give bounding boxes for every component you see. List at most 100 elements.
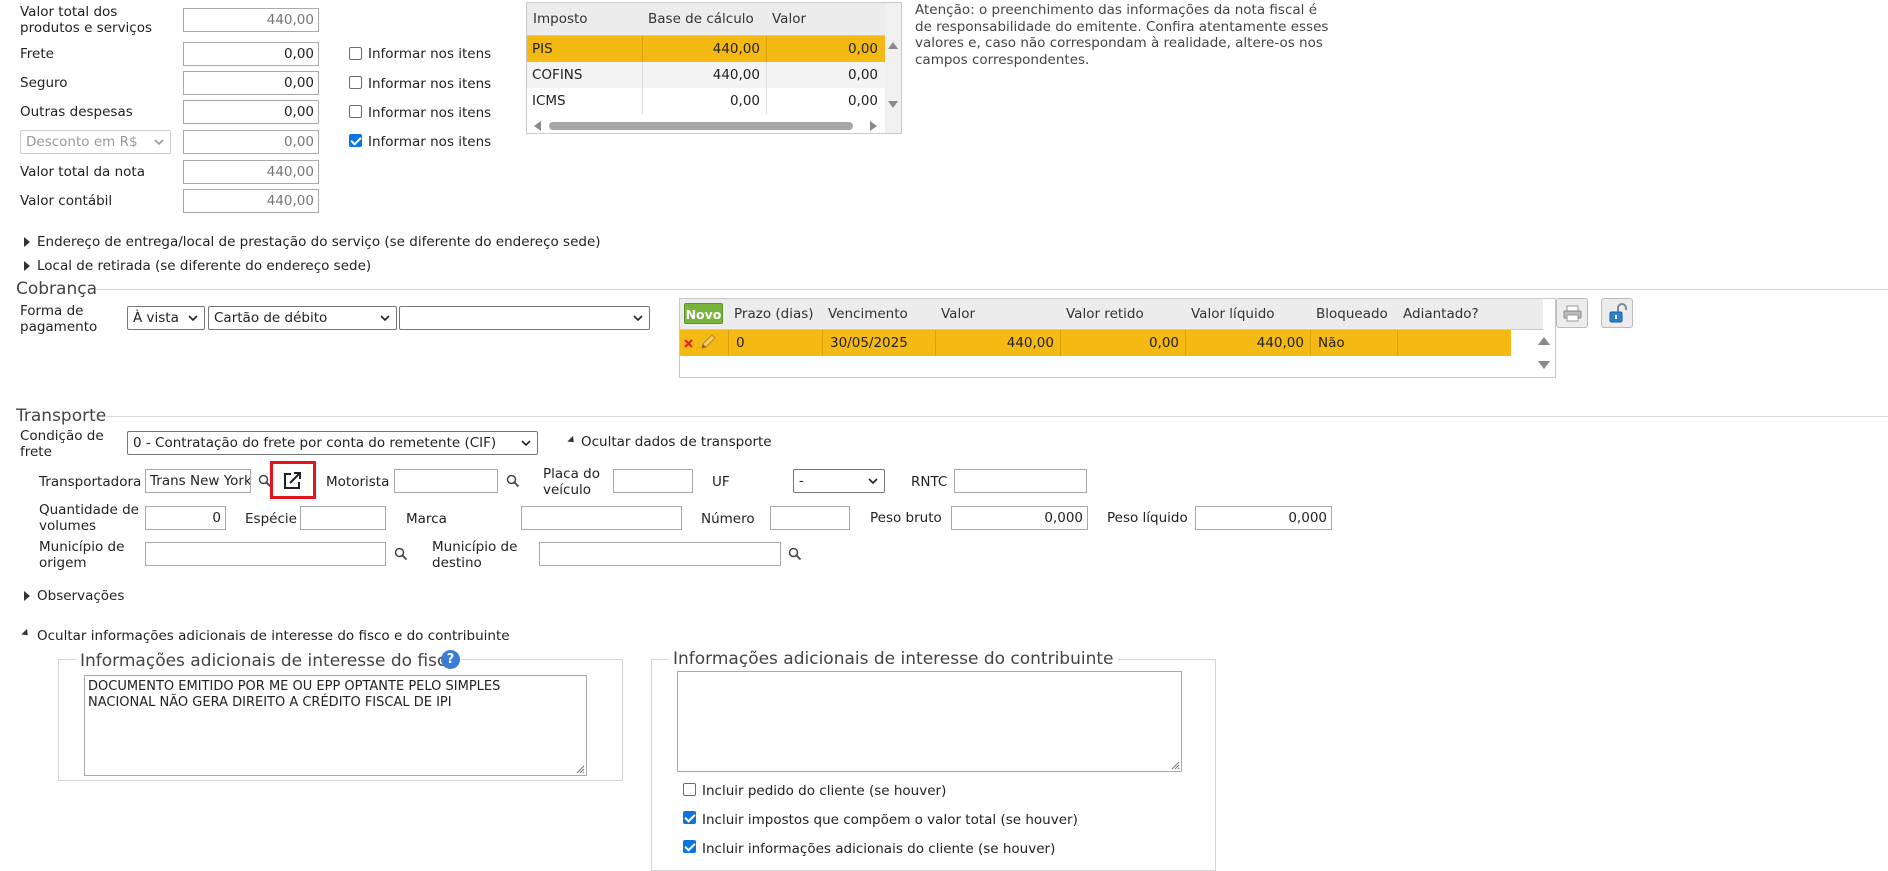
tax-header-valor: Valor	[766, 3, 897, 36]
forma-pagamento-select-3[interactable]	[399, 306, 650, 330]
incluir-impostos-checkbox[interactable]	[683, 811, 696, 824]
motorista-field[interactable]	[394, 469, 498, 493]
especie-label: Espécie	[245, 511, 297, 527]
ocultar-info-toggle[interactable]: Ocultar informações adicionais de intere…	[37, 628, 510, 644]
scroll-down-icon[interactable]	[1538, 361, 1550, 370]
chevron-down-icon	[633, 315, 643, 322]
parcela-valor-retido: 0,00	[1148, 335, 1179, 351]
tax-header-imposto: Imposto	[527, 3, 655, 36]
external-link-icon	[284, 472, 301, 489]
ocultar-transporte-toggle[interactable]: Ocultar dados de transporte	[581, 434, 772, 450]
responsibility-notice: Atenção: o preenchimento das informações…	[915, 2, 1329, 68]
chevron-down-icon	[154, 139, 164, 146]
peso-bruto-label: Peso bruto	[870, 510, 942, 526]
resize-grip-icon[interactable]	[576, 765, 585, 774]
novo-button[interactable]: Novo	[684, 303, 723, 324]
collapse-icon[interactable]	[567, 435, 577, 446]
peso-liquido-field[interactable]: 0,000	[1195, 506, 1332, 530]
contribuinte-textarea[interactable]	[677, 671, 1182, 772]
search-icon[interactable]	[788, 547, 802, 561]
incluir-pedido-label: Incluir pedido do cliente (se houver)	[702, 783, 947, 799]
delete-icon[interactable]	[684, 339, 693, 348]
parcelas-header-adiantado: Adiantado?	[1397, 299, 1533, 330]
valor-total-produtos-label: Valor total dos produtos e serviços	[20, 4, 153, 36]
cobranca-section-title: Cobrança	[16, 279, 98, 299]
search-icon[interactable]	[394, 547, 408, 561]
fisco-title: Informações adicionais de interesse do f…	[76, 651, 461, 671]
scroll-right-icon[interactable]	[870, 121, 878, 131]
expand-icon[interactable]	[24, 261, 30, 271]
seguro-field[interactable]: 0,00	[183, 71, 319, 95]
valor-total-produtos-field[interactable]: 440,00	[183, 8, 319, 32]
frete-informar-checkbox[interactable]	[349, 47, 362, 60]
local-retirada-toggle[interactable]: Local de retirada (se diferente do ender…	[37, 258, 371, 274]
tax-cell-valor: 0,00	[847, 67, 878, 83]
especie-field[interactable]	[300, 506, 386, 530]
parcelas-header-bloqueado: Bloqueado	[1310, 299, 1398, 330]
numero-field[interactable]	[770, 506, 850, 530]
lock-button[interactable]	[1601, 298, 1633, 328]
outras-despesas-informar-checkbox[interactable]	[349, 105, 362, 118]
valor-contabil-field[interactable]: 440,00	[183, 189, 319, 213]
table-row[interactable]: ICMS 0,00 0,00	[527, 88, 885, 114]
parcelas-header-valor: Valor	[935, 299, 1061, 330]
parcelas-header-valor-liquido: Valor líquido	[1185, 299, 1311, 330]
collapse-icon[interactable]	[21, 628, 31, 639]
scroll-left-icon[interactable]	[533, 121, 541, 131]
scroll-thumb[interactable]	[549, 122, 853, 130]
rntc-label: RNTC	[911, 474, 948, 490]
desconto-type-select[interactable]: Desconto em R$	[20, 130, 171, 154]
placa-label: Placa do veículo	[543, 466, 600, 498]
desconto-informar-checkbox[interactable]	[349, 134, 362, 147]
municipio-destino-field[interactable]	[539, 542, 781, 566]
frete-informar-label: Informar nos itens	[368, 46, 492, 62]
qtd-volumes-label: Quantidade de volumes	[39, 502, 139, 534]
table-row[interactable]: 0 30/05/2025 440,00 0,00 440,00 Não	[680, 330, 1511, 356]
divider	[96, 289, 1888, 290]
expand-icon[interactable]	[24, 237, 30, 247]
condicao-frete-select[interactable]: 0 - Contratação do frete por conta do re…	[127, 431, 538, 455]
table-row[interactable]: COFINS 440,00 0,00	[527, 62, 885, 88]
transportadora-field[interactable]: Trans New York	[145, 469, 251, 493]
marca-field[interactable]	[521, 506, 682, 530]
valor-total-nota-field[interactable]: 440,00	[183, 160, 319, 184]
valor-contabil-label: Valor contábil	[20, 193, 113, 209]
forma-pagamento-select-2[interactable]: Cartão de débito	[208, 306, 397, 330]
expand-icon[interactable]	[24, 591, 30, 601]
placa-field[interactable]	[613, 469, 693, 493]
table-row[interactable]: PIS 440,00 0,00	[527, 36, 885, 62]
municipio-origem-field[interactable]	[145, 542, 386, 566]
tax-table-hscroll[interactable]	[527, 117, 885, 133]
incluir-pedido-checkbox[interactable]	[683, 783, 696, 796]
fisco-textarea[interactable]: DOCUMENTO EMITIDO POR ME OU EPP OPTANTE …	[84, 675, 587, 776]
condicao-frete-label: Condição de frete	[20, 428, 104, 460]
scroll-down-icon[interactable]	[888, 101, 898, 109]
incluir-info-cliente-checkbox[interactable]	[683, 840, 696, 853]
pencil-icon[interactable]	[699, 333, 717, 351]
print-button[interactable]	[1556, 298, 1588, 328]
contribuinte-title: Informações adicionais de interesse do c…	[669, 649, 1118, 669]
desconto-type-value: Desconto em R$	[26, 134, 138, 150]
rntc-field[interactable]	[954, 469, 1087, 493]
peso-bruto-field[interactable]: 0,000	[951, 506, 1088, 530]
forma-pagamento-label: Forma de pagamento	[20, 303, 98, 335]
uf-select[interactable]: -	[793, 469, 885, 493]
resize-grip-icon[interactable]	[1171, 761, 1180, 770]
tax-table-vscroll[interactable]	[885, 3, 901, 133]
seguro-informar-checkbox[interactable]	[349, 76, 362, 89]
help-icon[interactable]: ?	[441, 650, 460, 669]
desconto-field[interactable]: 0,00	[183, 130, 319, 154]
open-transportadora-button[interactable]	[270, 461, 316, 499]
endereco-entrega-toggle[interactable]: Endereço de entrega/local de prestação d…	[37, 234, 601, 250]
scroll-up-icon[interactable]	[1538, 336, 1550, 345]
municipio-origem-label: Município de origem	[39, 539, 125, 571]
forma-pagamento-select-1[interactable]: À vista	[127, 306, 205, 330]
outras-despesas-field[interactable]: 0,00	[183, 100, 319, 124]
observacoes-toggle[interactable]: Observações	[37, 588, 124, 604]
scroll-up-icon[interactable]	[888, 41, 898, 49]
frete-field[interactable]: 0,00	[183, 42, 319, 66]
search-icon[interactable]	[506, 474, 520, 488]
parcelas-header-prazo: Prazo (dias)	[728, 299, 835, 330]
chevron-down-icon	[521, 440, 531, 447]
qtd-volumes-field[interactable]: 0	[145, 506, 226, 530]
